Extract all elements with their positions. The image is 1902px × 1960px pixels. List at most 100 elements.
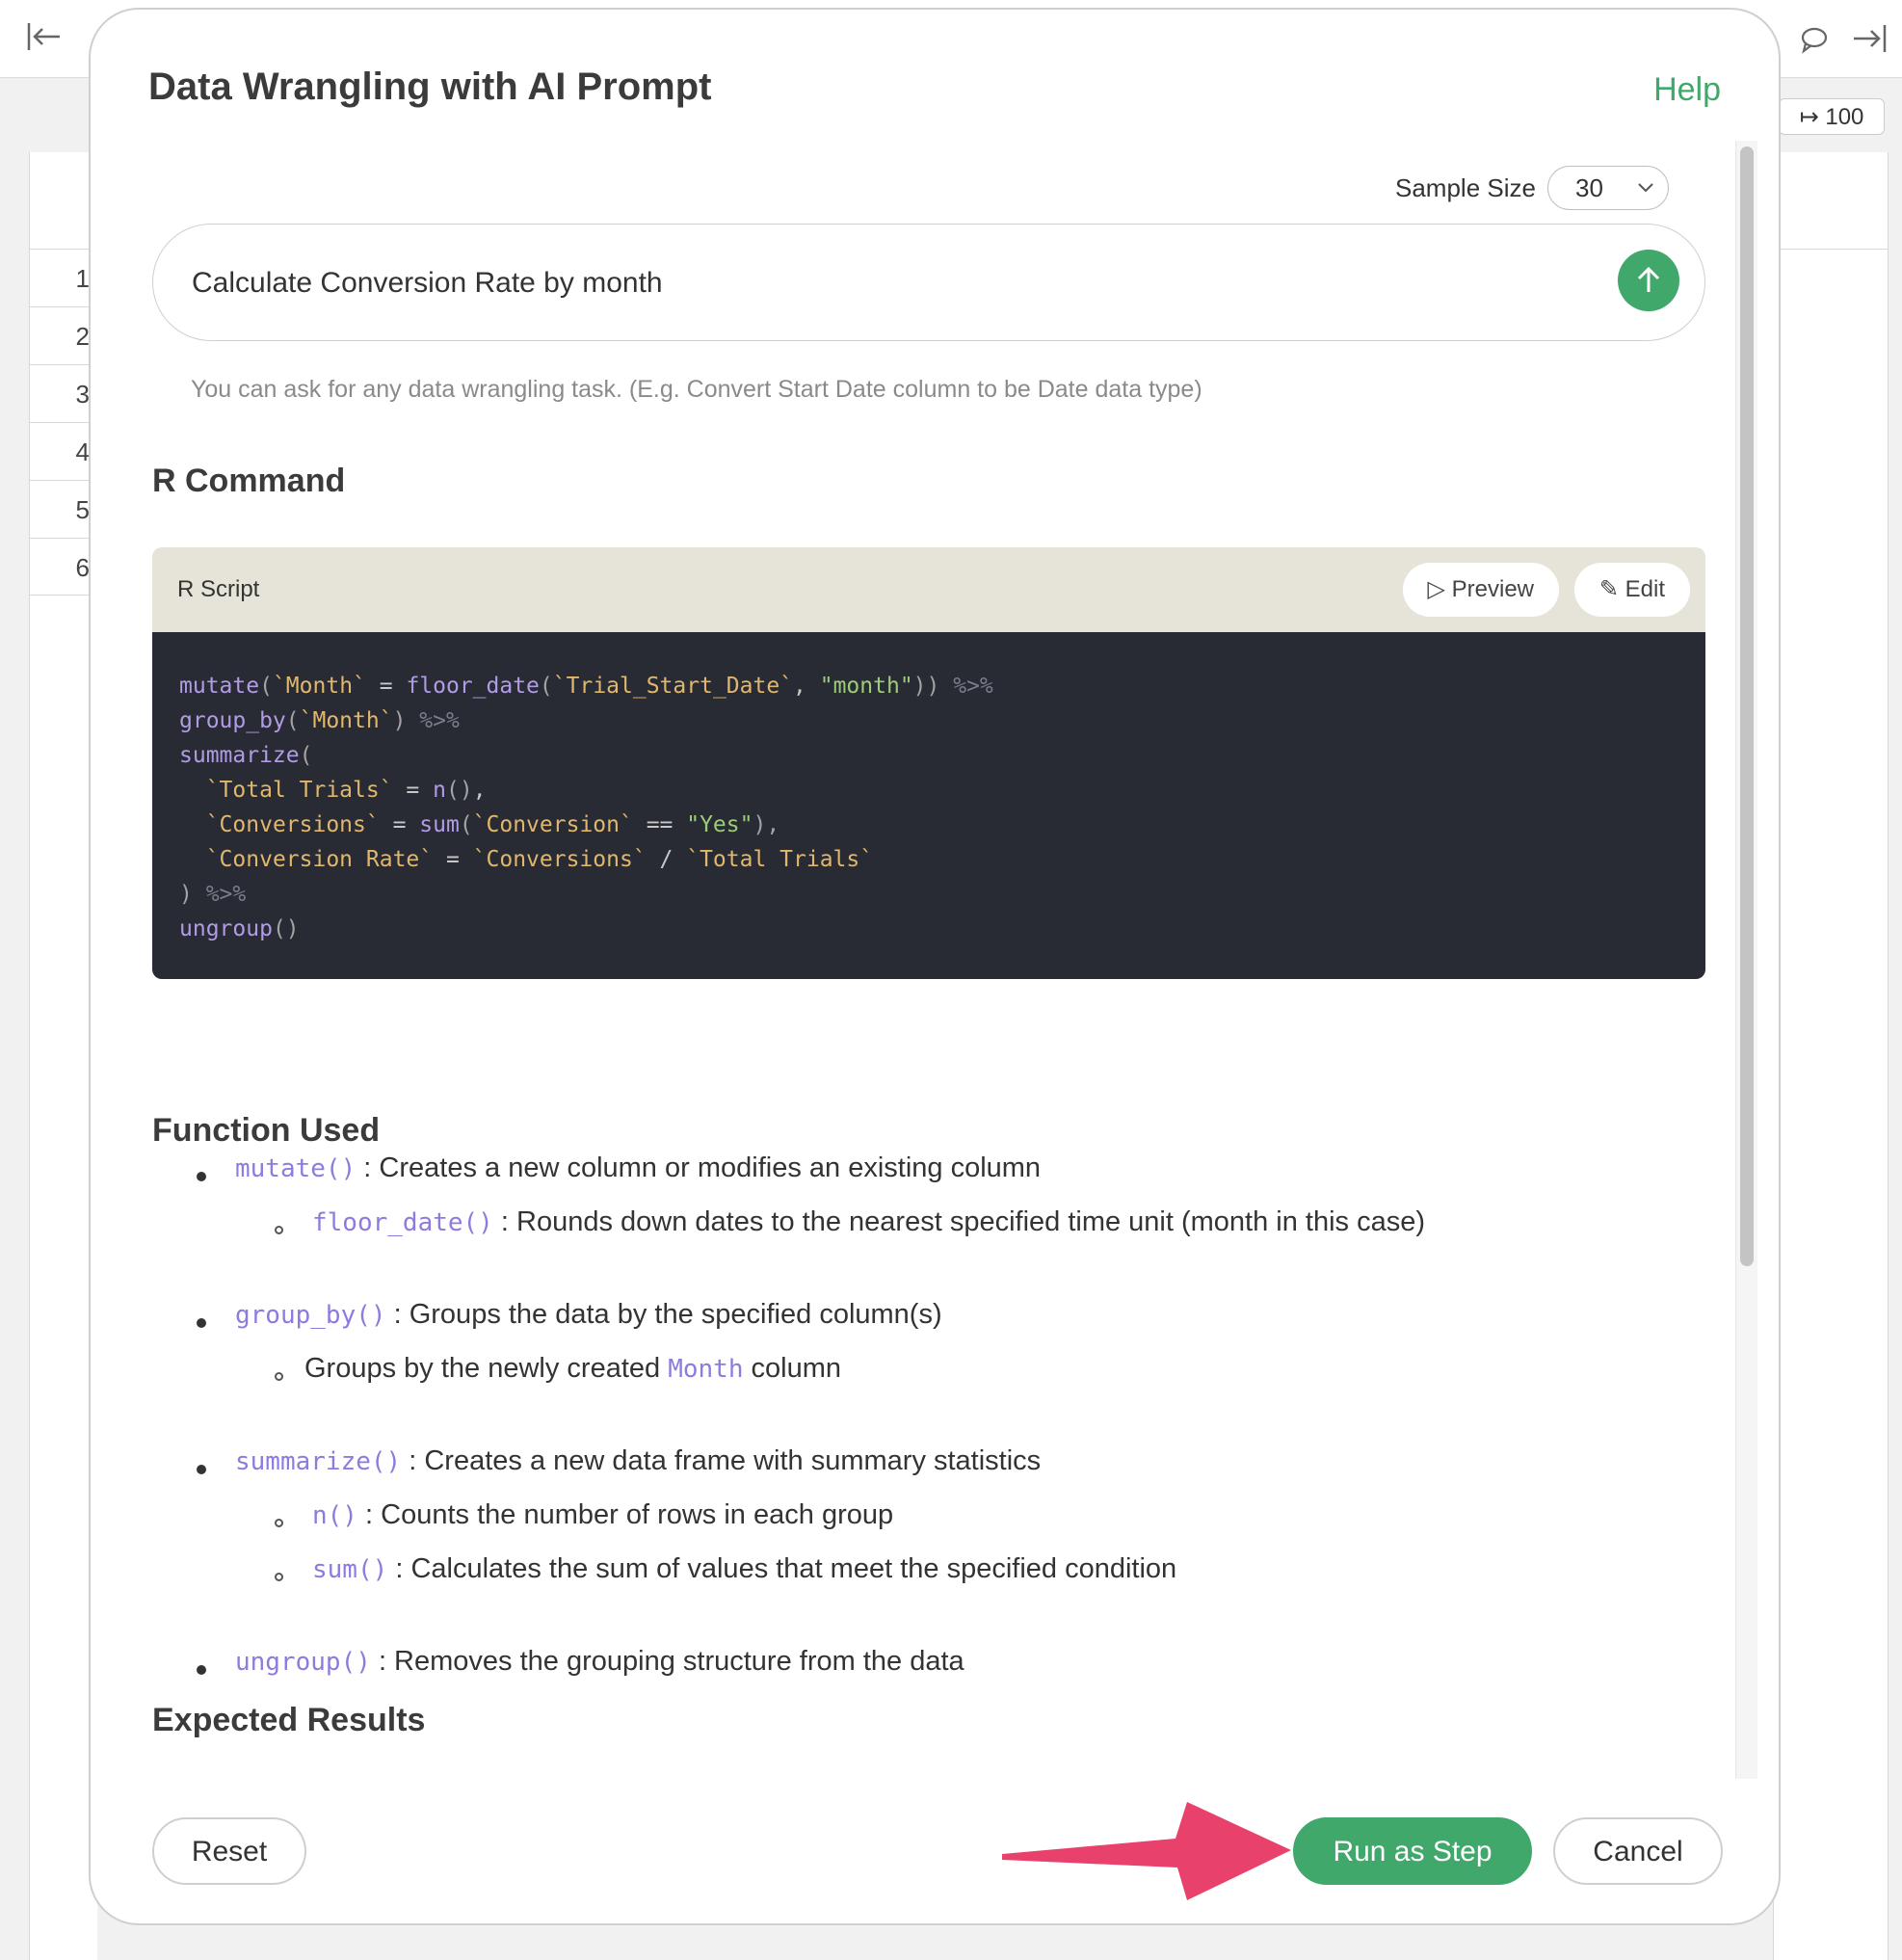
row-number: 2	[30, 306, 97, 364]
row-number-column: 1 2 3 4 5 6	[29, 152, 97, 1960]
code-token: `Total Trials`	[686, 847, 874, 872]
code-token: sum	[419, 812, 460, 837]
code-token: mutate	[179, 674, 260, 699]
code-token: )	[392, 708, 407, 733]
expected-results-heading: Expected Results	[152, 1702, 426, 1738]
bullet-icon	[197, 1465, 206, 1474]
function-description: : Groups the data by the specified colum…	[385, 1299, 942, 1330]
preview-label: Preview	[1451, 576, 1534, 602]
reset-button[interactable]: Reset	[152, 1817, 306, 1885]
code-token: `Trial_Start_Date`	[552, 674, 794, 699]
code-token: (	[285, 708, 300, 733]
code-token: `Total Trials`	[205, 778, 393, 803]
code-line: group_by(`Month`) %>%	[179, 703, 1678, 738]
function-name: group_by()	[235, 1301, 386, 1330]
r-script-code[interactable]: mutate(`Month` = floor_date(`Trial_Start…	[152, 632, 1705, 979]
collapse-left-icon[interactable]	[25, 17, 64, 61]
function-used-heading: Function Used	[152, 1112, 381, 1149]
dialog-scroll-area[interactable]: Sample Size 30 Calculate Conversion Rate…	[91, 135, 1779, 1773]
cancel-button[interactable]: Cancel	[1553, 1817, 1723, 1885]
code-token: `Conversion`	[472, 812, 633, 837]
code-token: `Month`	[299, 708, 393, 733]
scrollbar-thumb[interactable]	[1740, 146, 1754, 1266]
scrollbar[interactable]	[1735, 141, 1757, 1779]
function-description: : Removes the grouping structure from th…	[370, 1646, 964, 1677]
send-prompt-button[interactable]	[1618, 250, 1679, 311]
list-item: Groups by the newly created Month column	[304, 1353, 841, 1385]
sample-size-select[interactable]: 30	[1547, 166, 1669, 210]
code-token: summarize	[179, 743, 300, 768]
code-token: `Month`	[272, 674, 366, 699]
run-as-step-button[interactable]: Run as Step	[1293, 1817, 1532, 1885]
function-description: : Rounds down dates to the nearest speci…	[492, 1206, 1426, 1237]
arrow-to-icon: ↦	[1799, 104, 1819, 130]
code-line: `Conversions` = sum(`Conversion` == "Yes…	[179, 808, 1678, 842]
code-line: ) %>%	[179, 877, 1678, 912]
row-limit-button[interactable]: ↦ 100	[1779, 98, 1885, 135]
code-token: %>%	[406, 708, 460, 733]
column-name: Month	[668, 1355, 744, 1384]
sub-bullet-icon	[275, 1573, 283, 1581]
code-token: "month"	[819, 674, 913, 699]
r-script-header: R Script ▷ Preview ✎ Edit	[152, 547, 1705, 632]
prompt-input[interactable]: Calculate Conversion Rate by month	[152, 224, 1705, 341]
arrow-up-icon	[1637, 266, 1660, 292]
row-number: 5	[30, 480, 97, 538]
sub-bullet-icon	[275, 1519, 283, 1527]
list-item: floor_date() : Rounds down dates to the …	[312, 1206, 1425, 1238]
list-item: mutate() : Creates a new column or modif…	[235, 1152, 1041, 1184]
code-line: `Total Trials` = n(),	[179, 773, 1678, 808]
grid-header-cell	[30, 152, 97, 249]
code-token: =	[379, 812, 420, 837]
code-token: ==	[632, 812, 687, 837]
code-line: `Conversion Rate` = `Conversions` / `Tot…	[179, 842, 1678, 877]
function-description: : Calculates the sum of values that meet…	[387, 1553, 1177, 1584]
preview-button[interactable]: ▷ Preview	[1402, 563, 1559, 617]
list-item: summarize() : Creates a new data frame w…	[235, 1445, 1041, 1477]
code-line: mutate(`Month` = floor_date(`Trial_Start…	[179, 669, 1678, 703]
code-token: ,	[793, 674, 820, 699]
code-token: (	[299, 743, 313, 768]
r-script-card: R Script ▷ Preview ✎ Edit mutate(`Month`…	[152, 547, 1705, 979]
collapse-right-icon[interactable]	[1850, 19, 1889, 63]
function-description: : Creates a new data frame with summary …	[401, 1445, 1042, 1476]
code-token: ,	[472, 778, 487, 803]
code-token: (	[259, 674, 273, 699]
code-token: ()	[272, 916, 300, 941]
code-token: )	[179, 882, 193, 907]
code-token: =	[392, 778, 434, 803]
edit-button[interactable]: ✎ Edit	[1573, 563, 1690, 617]
dialog-title: Data Wrangling with AI Prompt	[148, 66, 712, 108]
bullet-icon	[197, 1172, 206, 1181]
code-token: group_by	[179, 708, 286, 733]
function-name: n()	[312, 1501, 357, 1530]
sub-bullet-icon	[275, 1226, 283, 1234]
function-name: ungroup()	[235, 1648, 371, 1677]
help-link[interactable]: Help	[1653, 71, 1721, 109]
code-token: floor_date	[406, 674, 540, 699]
code-token: /	[646, 847, 687, 872]
code-token: ungroup	[179, 916, 273, 941]
function-name: mutate()	[235, 1154, 357, 1183]
ai-prompt-dialog: Data Wrangling with AI Prompt Help Sampl…	[89, 8, 1781, 1925]
code-token: ))	[912, 674, 940, 699]
code-token: %>%	[939, 674, 993, 699]
code-token: "Yes"	[686, 812, 753, 837]
list-item: n() : Counts the number of rows in each …	[312, 1499, 893, 1531]
function-name: summarize()	[235, 1447, 402, 1476]
code-token: ()	[445, 778, 473, 803]
list-item: sum() : Calculates the sum of values tha…	[312, 1553, 1176, 1585]
code-token: (	[539, 674, 553, 699]
sample-size-label: Sample Size	[1395, 173, 1536, 202]
comment-icon[interactable]	[1800, 25, 1829, 59]
bullet-icon	[197, 1318, 206, 1328]
code-token: =	[433, 847, 473, 872]
code-token: `Conversion Rate`	[205, 847, 434, 872]
item-text: Groups by the newly created	[304, 1353, 669, 1384]
chevron-down-icon	[1637, 167, 1654, 225]
r-command-heading: R Command	[152, 463, 346, 499]
row-number: 6	[30, 538, 97, 596]
